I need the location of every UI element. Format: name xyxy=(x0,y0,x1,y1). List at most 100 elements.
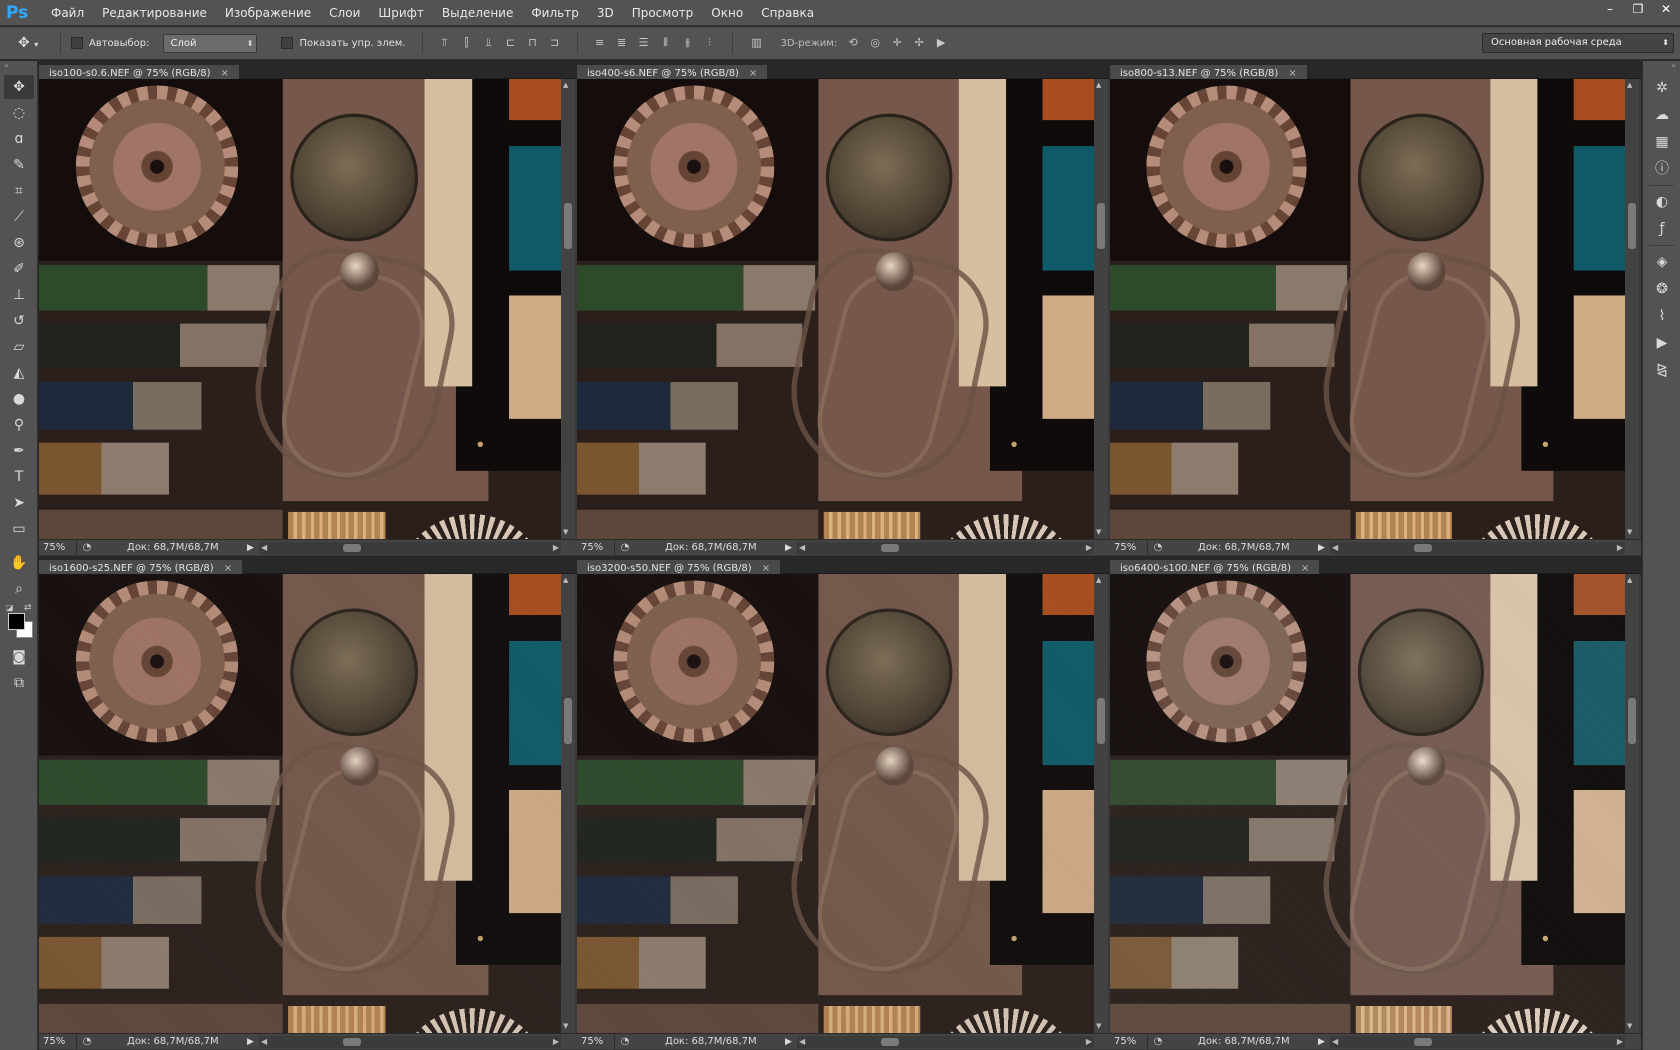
lasso-tool-icon[interactable]: ɑ xyxy=(4,127,34,151)
minimize-button[interactable]: – xyxy=(1596,0,1624,18)
scroll-left-icon[interactable]: ◀ xyxy=(799,1036,805,1048)
menu-type[interactable]: Шрифт xyxy=(369,0,433,26)
distribute-left-icon[interactable]: ⫴ xyxy=(658,35,674,51)
status-menu-arrow-icon[interactable]: ▶ xyxy=(1318,1037,1330,1047)
align-vcenter-icon[interactable]: ⫿ xyxy=(459,35,475,51)
brush-presets-panel-icon[interactable]: ⧎ xyxy=(1647,358,1677,382)
clone-stamp-tool-icon[interactable]: ⊥ xyxy=(4,283,34,307)
status-info-icon[interactable]: ◔ xyxy=(1148,1036,1168,1047)
screen-mode-icon[interactable]: ⧉ xyxy=(4,671,34,695)
status-info-icon[interactable]: ◔ xyxy=(77,542,97,553)
close-tab-icon[interactable]: × xyxy=(762,563,770,574)
status-menu-arrow-icon[interactable]: ▶ xyxy=(785,543,797,553)
align-hcenter-icon[interactable]: ⊓ xyxy=(525,35,541,51)
align-bottom-icon[interactable]: ⫫ xyxy=(481,35,497,51)
scroll-right-icon[interactable]: ▶ xyxy=(1086,1036,1092,1048)
menu-edit[interactable]: Редактирование xyxy=(93,0,216,26)
status-info-icon[interactable]: ◔ xyxy=(77,1036,97,1047)
3d-scale-icon[interactable]: ▶ xyxy=(933,35,949,51)
autoselect-dropdown[interactable]: Слой ⬍ xyxy=(163,33,258,53)
history-brush-tool-icon[interactable]: ↺ xyxy=(4,309,34,333)
menu-image[interactable]: Изображение xyxy=(216,0,320,26)
status-menu-arrow-icon[interactable]: ▶ xyxy=(1318,543,1330,553)
status-menu-arrow-icon[interactable]: ▶ xyxy=(247,1037,259,1047)
horizontal-scroll-thumb[interactable] xyxy=(1414,543,1432,552)
menu-3d[interactable]: 3D xyxy=(588,0,623,26)
swap-colors-icon[interactable]: ⇄ xyxy=(24,603,32,613)
scroll-left-icon[interactable]: ◀ xyxy=(799,542,805,554)
horizontal-scrollbar[interactable]: ◀ ▶ xyxy=(259,1035,561,1048)
menu-view[interactable]: Просмотр xyxy=(623,0,703,26)
zoom-level-field[interactable]: 75% xyxy=(1110,539,1148,556)
scroll-right-icon[interactable]: ▶ xyxy=(553,1036,559,1048)
workspace-switcher[interactable]: Основная рабочая среда ⬍ xyxy=(1482,33,1674,53)
scroll-right-icon[interactable]: ▶ xyxy=(1086,542,1092,554)
scroll-left-icon[interactable]: ◀ xyxy=(1332,1036,1338,1048)
menu-file[interactable]: Файл xyxy=(42,0,93,26)
scroll-down-icon[interactable]: ▼ xyxy=(1627,528,1632,536)
scroll-up-icon[interactable]: ▲ xyxy=(563,576,568,584)
image-canvas[interactable] xyxy=(39,79,561,539)
zoom-level-field[interactable]: 75% xyxy=(577,1033,615,1050)
styles-panel-icon[interactable]: ƒ xyxy=(1647,217,1677,241)
scroll-up-icon[interactable]: ▲ xyxy=(1096,576,1101,584)
horizontal-scrollbar[interactable]: ◀ ▶ xyxy=(259,541,561,554)
vertical-scroll-thumb[interactable] xyxy=(1628,698,1636,744)
menu-layers[interactable]: Слои xyxy=(320,0,369,26)
vertical-scrollbar[interactable]: ▲ ▼ xyxy=(561,574,575,1033)
align-top-icon[interactable]: ⫪ xyxy=(437,35,453,51)
paths-panel-icon[interactable]: ⌇ xyxy=(1647,304,1677,328)
navigator-panel-icon[interactable]: ▦ xyxy=(1647,130,1677,154)
close-tab-icon[interactable]: × xyxy=(1301,563,1309,574)
distribute-right-icon[interactable]: ⫶ xyxy=(702,35,718,51)
vertical-scroll-thumb[interactable] xyxy=(1097,203,1105,249)
status-menu-arrow-icon[interactable]: ▶ xyxy=(785,1037,797,1047)
pen-tool-icon[interactable]: ✒ xyxy=(4,439,34,463)
vertical-scroll-thumb[interactable] xyxy=(1628,203,1636,249)
scroll-up-icon[interactable]: ▲ xyxy=(1096,81,1101,89)
scroll-down-icon[interactable]: ▼ xyxy=(563,1022,568,1030)
swatches-panel-icon[interactable]: ☁ xyxy=(1647,103,1677,127)
image-canvas[interactable] xyxy=(1110,574,1625,1033)
horizontal-scrollbar[interactable]: ◀ ▶ xyxy=(1330,1035,1625,1048)
vertical-scroll-thumb[interactable] xyxy=(564,203,572,249)
scroll-right-icon[interactable]: ▶ xyxy=(1617,1036,1623,1048)
scroll-down-icon[interactable]: ▼ xyxy=(563,528,568,536)
close-button[interactable]: ✕ xyxy=(1652,0,1680,18)
zoom-level-field[interactable]: 75% xyxy=(1110,1033,1148,1050)
info-panel-icon[interactable]: ⓘ xyxy=(1647,157,1677,181)
actions-panel-icon[interactable]: ▶ xyxy=(1647,331,1677,355)
status-info-icon[interactable]: ◔ xyxy=(615,542,635,553)
show-controls-checkbox[interactable] xyxy=(281,37,294,49)
zoom-level-field[interactable]: 75% xyxy=(577,539,615,556)
eyedropper-tool-icon[interactable]: ⟋ xyxy=(4,205,34,229)
zoom-level-field[interactable]: 75% xyxy=(39,539,77,556)
close-tab-icon[interactable]: × xyxy=(224,563,232,574)
horizontal-scroll-thumb[interactable] xyxy=(343,1037,361,1046)
channels-panel-icon[interactable]: ❂ xyxy=(1647,277,1677,301)
menu-help[interactable]: Справка xyxy=(752,0,823,26)
scroll-up-icon[interactable]: ▲ xyxy=(1627,81,1632,89)
close-tab-icon[interactable]: × xyxy=(221,68,229,79)
eraser-tool-icon[interactable]: ▱ xyxy=(4,335,34,359)
distribute-vcenter-icon[interactable]: ≣ xyxy=(614,35,630,51)
scroll-left-icon[interactable]: ◀ xyxy=(261,542,267,554)
adjustments-panel-icon[interactable]: ◐ xyxy=(1647,190,1677,214)
dodge-tool-icon[interactable]: ⚲ xyxy=(4,413,34,437)
3d-roll-icon[interactable]: ◎ xyxy=(867,35,883,51)
quick-mask-icon[interactable]: ◙ xyxy=(4,645,34,669)
default-colors-icon[interactable]: ◪ xyxy=(6,603,14,612)
history-panel-icon[interactable]: ✲ xyxy=(1647,76,1677,100)
rectangle-tool-icon[interactable]: ▭ xyxy=(4,517,34,541)
vertical-scrollbar[interactable]: ▲ ▼ xyxy=(561,79,575,539)
horizontal-scroll-thumb[interactable] xyxy=(343,543,361,552)
horizontal-scrollbar[interactable]: ◀ ▶ xyxy=(1330,541,1625,554)
app-logo[interactable]: Ps xyxy=(6,2,36,24)
vertical-scroll-thumb[interactable] xyxy=(1097,698,1105,744)
horizontal-scroll-thumb[interactable] xyxy=(881,1037,899,1046)
vertical-scrollbar[interactable]: ▲ ▼ xyxy=(1094,79,1108,539)
horizontal-scrollbar[interactable]: ◀ ▶ xyxy=(797,541,1094,554)
move-tool-icon[interactable]: ✥ xyxy=(4,75,34,99)
3d-slide-icon[interactable]: ✢ xyxy=(911,35,927,51)
menu-select[interactable]: Выделение xyxy=(433,0,522,26)
